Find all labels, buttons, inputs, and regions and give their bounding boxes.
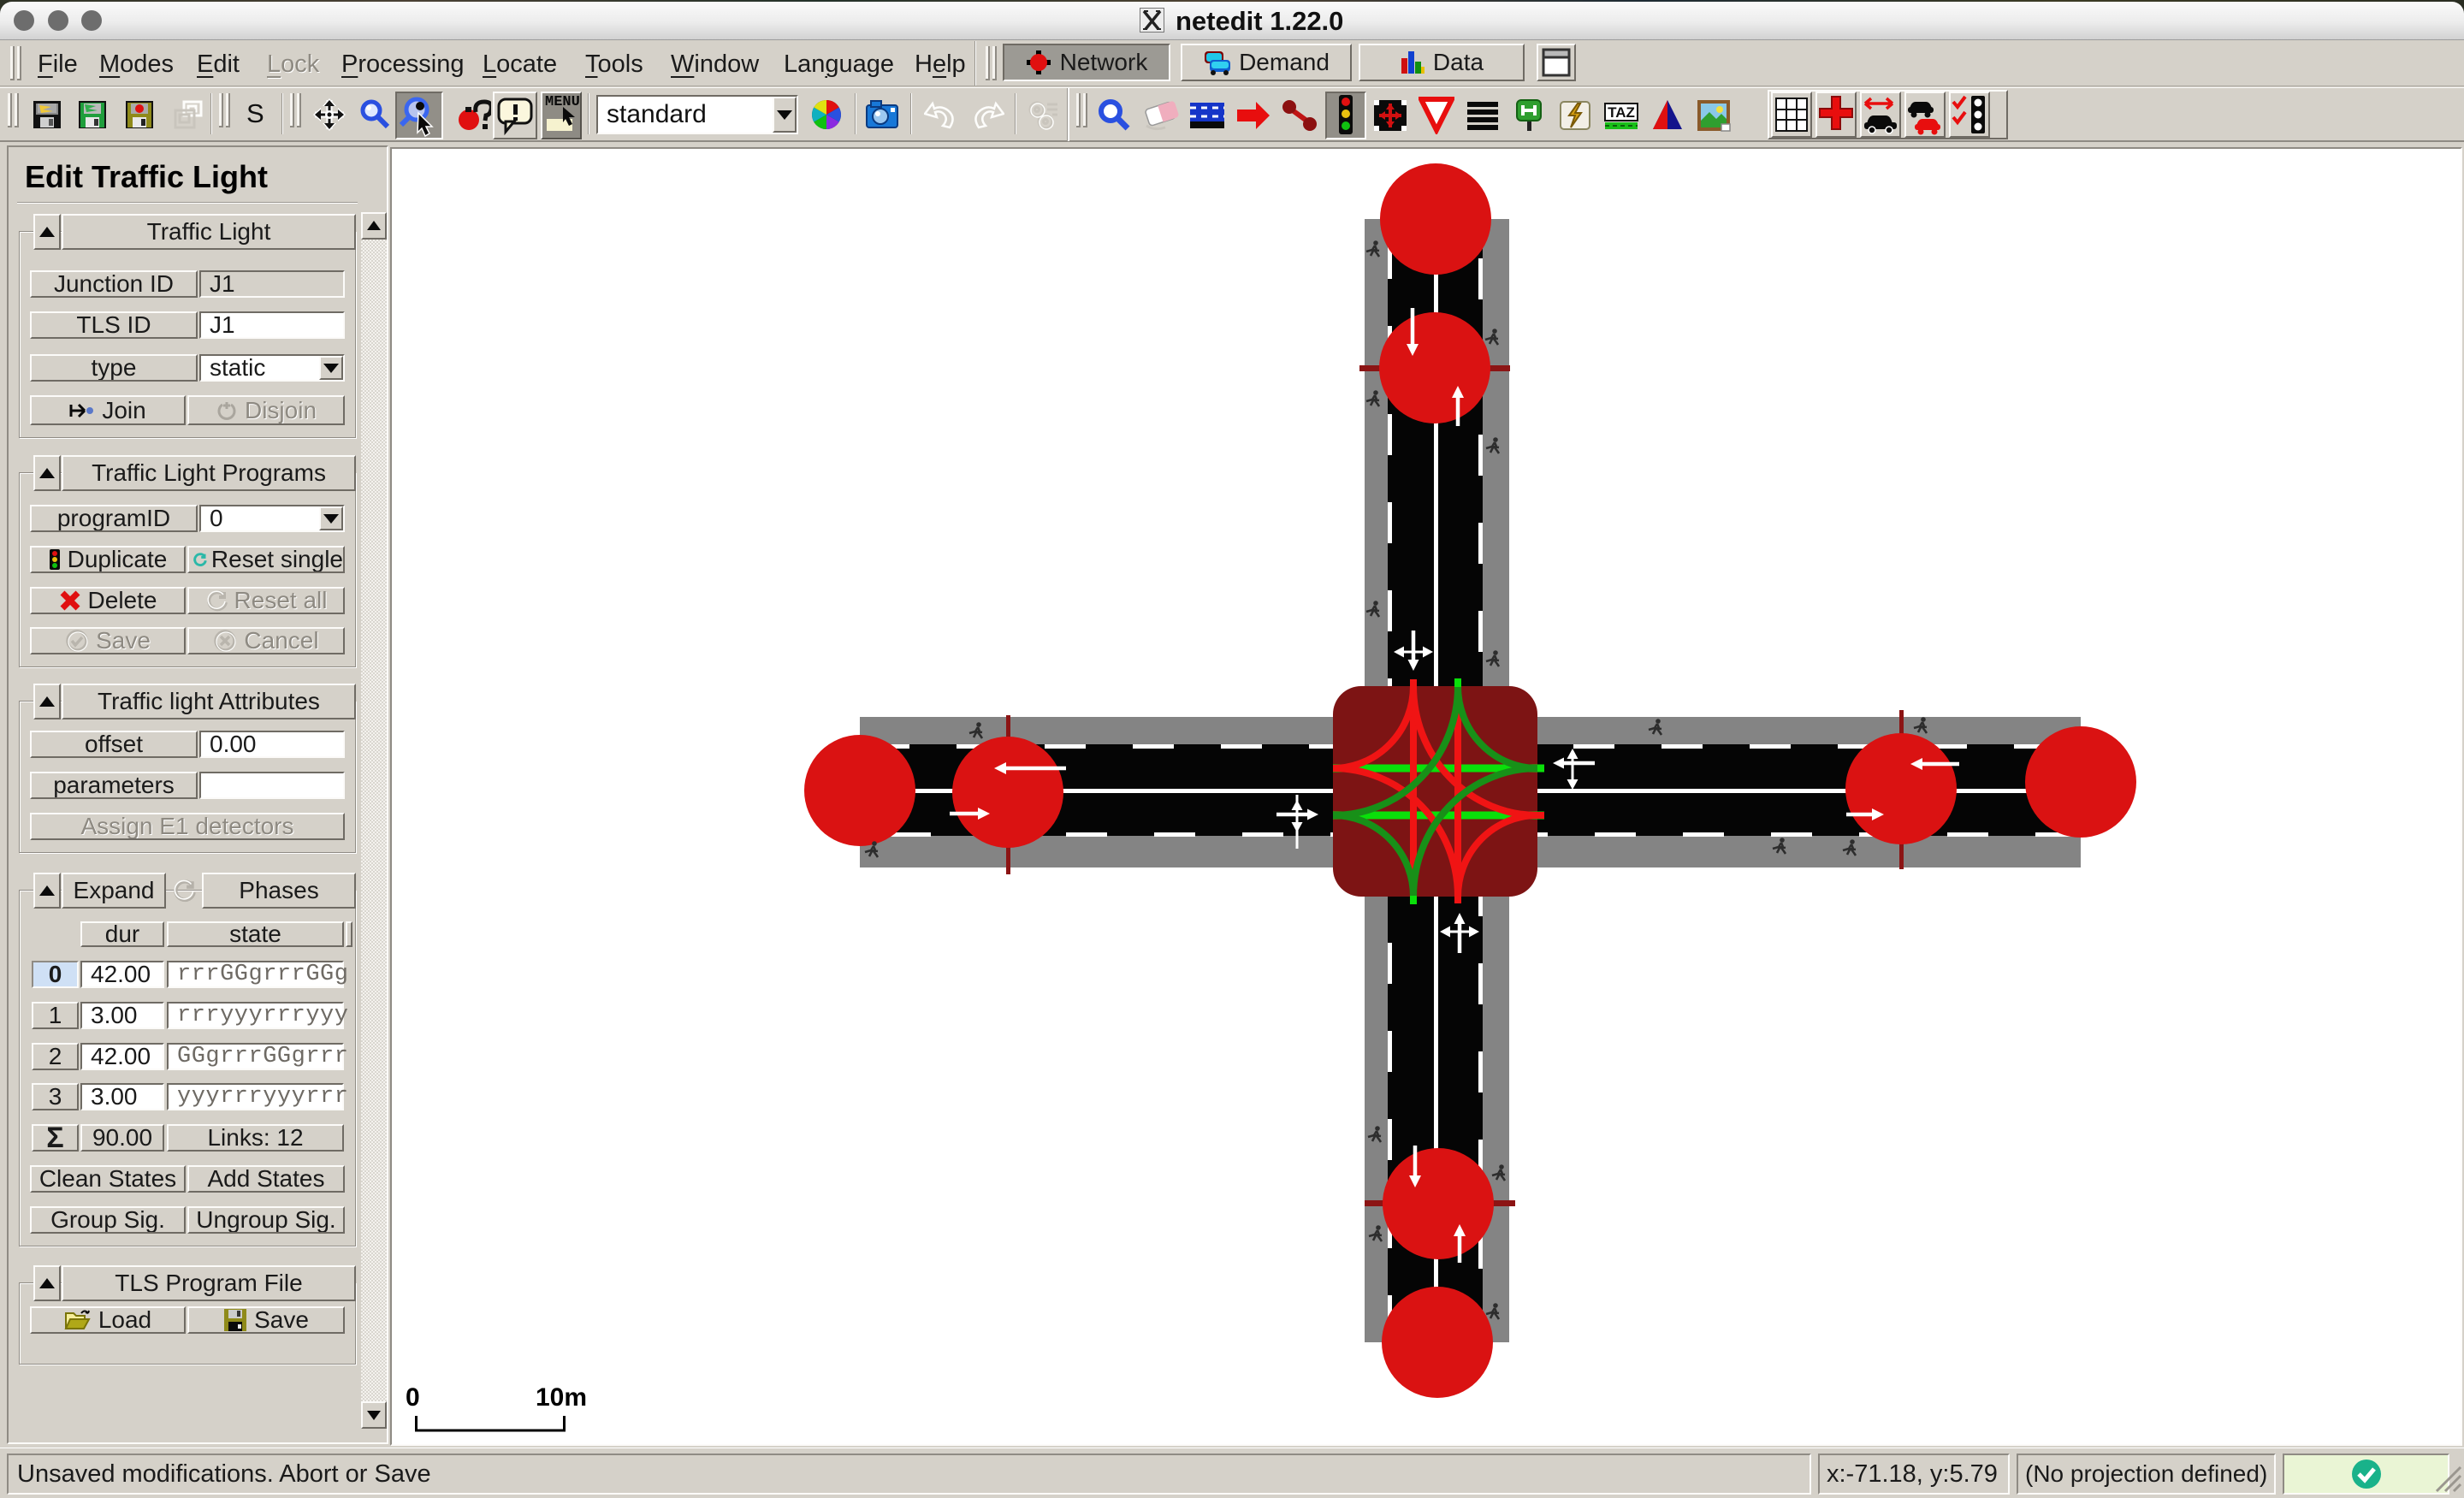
svg-text:10m: 10m (536, 1383, 587, 1412)
svg-text:TAZ: TAZ (1608, 104, 1635, 121)
svg-text:0: 0 (406, 1383, 420, 1412)
